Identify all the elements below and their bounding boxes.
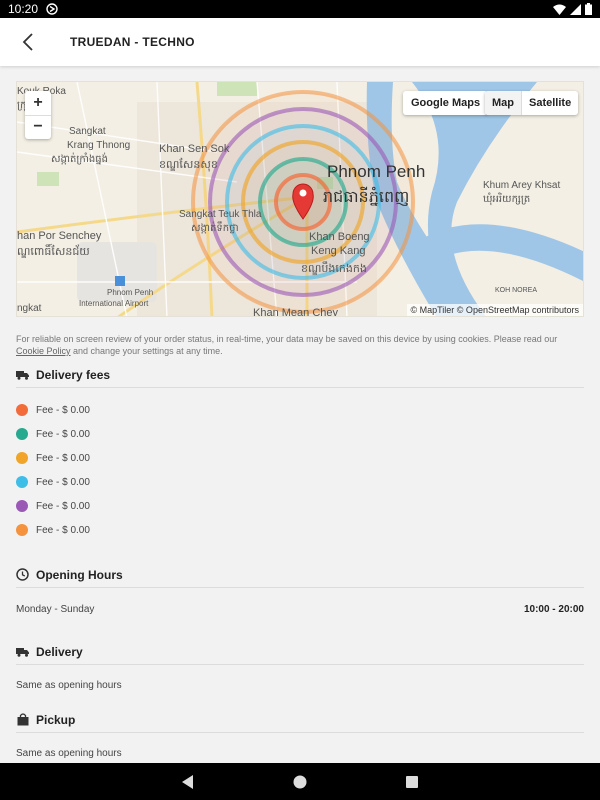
map-label: ណ្ឌពោធិ៍សែនជ័យ (17, 243, 90, 258)
map-label: ខណ្ឌសែនសុខ (159, 157, 218, 172)
delivery-hours-text: Same as opening hours (16, 680, 122, 691)
square-recents-icon (406, 775, 418, 788)
delivery-fees-title: Delivery fees (36, 367, 111, 382)
fee-label: Fee - $ 0.00 (36, 524, 90, 536)
fee-label: Fee - $ 0.00 (36, 500, 90, 512)
fee-row: Fee - $ 0.00 (16, 498, 90, 514)
map-type-map[interactable]: Map (485, 91, 522, 115)
delivery-fees-header: Delivery fees (16, 366, 584, 388)
nav-home-button[interactable] (288, 770, 312, 794)
map-label: ឃុំអរិយក្សត្រ (483, 192, 530, 206)
fee-row: Fee - $ 0.00 (16, 522, 90, 538)
map-label: Khum Arey Khsat (483, 180, 560, 191)
google-maps-button[interactable]: Google Maps (403, 91, 489, 115)
battery-icon (585, 3, 592, 15)
pickup-hours-text: Same as opening hours (16, 748, 122, 759)
opening-hours-value: 10:00 - 20:00 (523, 604, 584, 615)
zoom-in-button[interactable]: + (25, 91, 51, 115)
zoom-controls: + − (25, 91, 51, 139)
status-time: 10:20 (8, 2, 39, 16)
map-label: សង្កាត់ទឹកថ្លា (191, 221, 239, 234)
map-label: Sangkat Teuk Thla (179, 209, 262, 220)
back-button[interactable] (0, 18, 56, 66)
signal-icon (570, 3, 581, 15)
map-label: Sangkat (69, 126, 106, 137)
nav-back-button[interactable] (176, 770, 200, 794)
zone-color-dot (16, 452, 28, 464)
triangle-back-icon (182, 774, 193, 789)
map-label: Phnom Penh (107, 288, 153, 297)
map-label: han Por Senchey (17, 230, 102, 242)
fee-label: Fee - $ 0.00 (36, 404, 90, 416)
delivery-header: Delivery (16, 643, 584, 665)
map-label: Krang Thnong (67, 140, 130, 151)
airport-icon (115, 276, 125, 286)
cookie-text-after: and change your settings at any time. (70, 346, 223, 356)
map-label: Keng Kang (311, 245, 365, 257)
zone-color-dot (16, 524, 28, 536)
map-label: រាជធានីភ្នំពេញ (323, 186, 409, 206)
fee-label: Fee - $ 0.00 (36, 452, 90, 464)
pickup-title: Pickup (36, 712, 76, 727)
map-type-toggle: Map Satellite (485, 91, 579, 115)
cookie-policy-link[interactable]: Cookie Policy (16, 346, 71, 356)
wifi-icon (553, 4, 566, 15)
fee-row: Fee - $ 0.00 (16, 474, 90, 490)
fee-row: Fee - $ 0.00 (16, 450, 90, 466)
nav-recents-button[interactable] (400, 770, 424, 794)
map-label: Khan Mean Chey (253, 307, 338, 317)
map-type-satellite[interactable]: Satellite (522, 91, 578, 115)
cookie-text-before: For reliable on screen review of your or… (16, 334, 558, 344)
map-label: Phnom Penh (327, 162, 425, 181)
fee-label: Fee - $ 0.00 (36, 476, 90, 488)
map-label: ngkat (17, 303, 42, 314)
delivery-title: Delivery (36, 644, 83, 659)
zoom-out-button[interactable]: − (25, 114, 51, 140)
delivery-zone-map[interactable]: Kouk Roka ក្រុង Sangkat Krang Thnong សង្… (16, 81, 584, 317)
map-label: Khan Boeng (309, 231, 370, 243)
map-label: KOH NOREA (495, 287, 537, 294)
map-attribution[interactable]: © MapTiler © OpenStreetMap contributors (406, 304, 583, 316)
zone-color-dot (16, 428, 28, 440)
opening-hours-title: Opening Hours (36, 567, 123, 582)
opening-days: Monday - Sunday (16, 604, 95, 615)
map-label: Khan Sen Sok (159, 143, 230, 155)
status-bar: 10:20 (0, 0, 600, 18)
chevron-left-icon (22, 33, 33, 51)
fee-row: Fee - $ 0.00 (16, 426, 90, 442)
zone-color-dot (16, 404, 28, 416)
circle-home-icon (293, 775, 307, 788)
map-label: ខណ្ឌបឹងកេងកង (301, 261, 367, 275)
opening-hours-header: Opening Hours (16, 566, 584, 588)
pickup-header: Pickup (16, 711, 584, 733)
zone-color-dot (16, 476, 28, 488)
fee-label: Fee - $ 0.00 (36, 428, 90, 440)
zone-color-dot (16, 500, 28, 512)
truck-icon (16, 645, 29, 658)
fee-row: Fee - $ 0.00 (16, 402, 90, 418)
truck-icon (16, 368, 29, 381)
system-nav-bar (0, 763, 600, 800)
map-label: សង្កាត់ក្រាំងធ្នង់ (51, 152, 108, 165)
map-canvas: Kouk Roka ក្រុង Sangkat Krang Thnong សង្… (17, 82, 583, 317)
map-label: International Airport (79, 299, 149, 308)
cookie-notice: For reliable on screen review of your or… (16, 333, 584, 357)
sync-icon (46, 3, 58, 15)
app-header: TRUEDAN - TECHNO (0, 18, 600, 66)
clock-icon (16, 568, 29, 581)
shopping-bag-icon (16, 713, 29, 726)
page-title: TRUEDAN - TECHNO (70, 35, 195, 49)
